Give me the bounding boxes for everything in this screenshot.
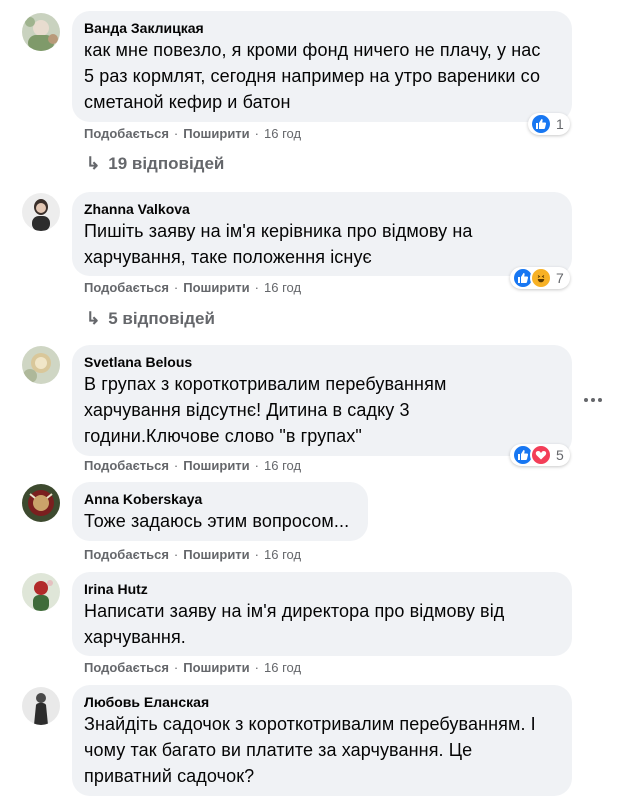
comment-bubble: Svetlana Belous В групах з короткотривал… [72,345,572,456]
share-button[interactable]: Поширити [183,458,249,473]
avatar[interactable] [22,573,60,611]
avatar[interactable] [22,13,60,51]
like-button[interactable]: Подобається [84,458,169,473]
comment-author[interactable]: Zhanna Valkova [84,200,560,218]
love-reaction-icon [530,444,552,466]
comment-author[interactable]: Любовь Еланская [84,693,560,711]
comment-text: Знайдіть садочок з короткотривалим переб… [84,714,536,786]
avatar[interactable] [22,346,60,384]
reaction-count: 7 [556,270,564,286]
replies-count: 19 відповідей [108,154,225,173]
haha-reaction-icon [530,267,552,289]
share-button[interactable]: Поширити [183,126,249,141]
reaction-count: 1 [556,116,564,132]
comment-author[interactable]: Irina Hutz [84,580,560,598]
share-button[interactable]: Поширити [183,660,249,675]
comment-text: Пишіть заяву на ім'я керівника про відмо… [84,221,473,267]
comment-actions: Подобається · Поширити · 16 год [84,660,302,675]
comment-author[interactable]: Anna Koberskaya [84,490,356,508]
comment-text: В групах з короткотривалим перебуванням … [84,374,447,446]
share-button[interactable]: Поширити [183,280,249,295]
comment-bubble: Zhanna Valkova Пишіть заяву на ім'я кері… [72,192,572,276]
like-button[interactable]: Подобається [84,660,169,675]
timestamp[interactable]: 16 год [264,126,301,141]
timestamp[interactable]: 16 год [264,547,301,562]
reply-arrow-icon: ↳ [86,154,101,173]
avatar[interactable] [22,193,60,231]
comment-text: Написати заяву на ім'я директора про від… [84,601,505,647]
comment-bubble: Ванда Заклицкая как мне повезло, я кроми… [72,11,572,122]
comment-actions: Подобається · Поширити · 16 год [84,126,302,141]
timestamp[interactable]: 16 год [264,280,301,295]
comment-bubble: Любовь Еланская Знайдіть садочок з корот… [72,685,572,796]
comment-author[interactable]: Svetlana Belous [84,353,560,371]
like-button[interactable]: Подобається [84,547,169,562]
view-replies-button[interactable]: ↳ 5 відповідей [86,309,215,329]
share-button[interactable]: Поширити [183,547,249,562]
comment-bubble: Anna Koberskaya Тоже задаюсь этим вопрос… [72,482,368,541]
view-replies-button[interactable]: ↳ 19 відповідей [86,154,224,174]
avatar[interactable] [22,687,60,725]
like-reaction-icon [530,113,552,135]
comment-author[interactable]: Ванда Заклицкая [84,19,560,37]
like-button[interactable]: Подобається [84,126,169,141]
avatar[interactable] [22,484,60,522]
reactions-summary[interactable]: 5 [510,444,570,466]
comment-actions: Подобається · Поширити · 16 год [84,547,302,562]
reactions-summary[interactable]: 1 [528,113,570,135]
comment-bubble: Irina Hutz Написати заяву на ім'я директ… [72,572,572,656]
comment-text: Тоже задаюсь этим вопросом... [84,511,350,531]
comment-actions: Подобається · Поширити · 16 год [84,458,302,473]
more-options-icon[interactable] [584,389,608,405]
timestamp[interactable]: 16 год [264,660,301,675]
replies-count: 5 відповідей [108,309,215,328]
reaction-count: 5 [556,447,564,463]
comment-text: как мне повезло, я кроми фонд ничего не … [84,40,541,112]
like-button[interactable]: Подобається [84,280,169,295]
reply-arrow-icon: ↳ [86,309,101,328]
comment-actions: Подобається · Поширити · 16 год [84,280,302,295]
reactions-summary[interactable]: 7 [510,267,570,289]
timestamp[interactable]: 16 год [264,458,301,473]
